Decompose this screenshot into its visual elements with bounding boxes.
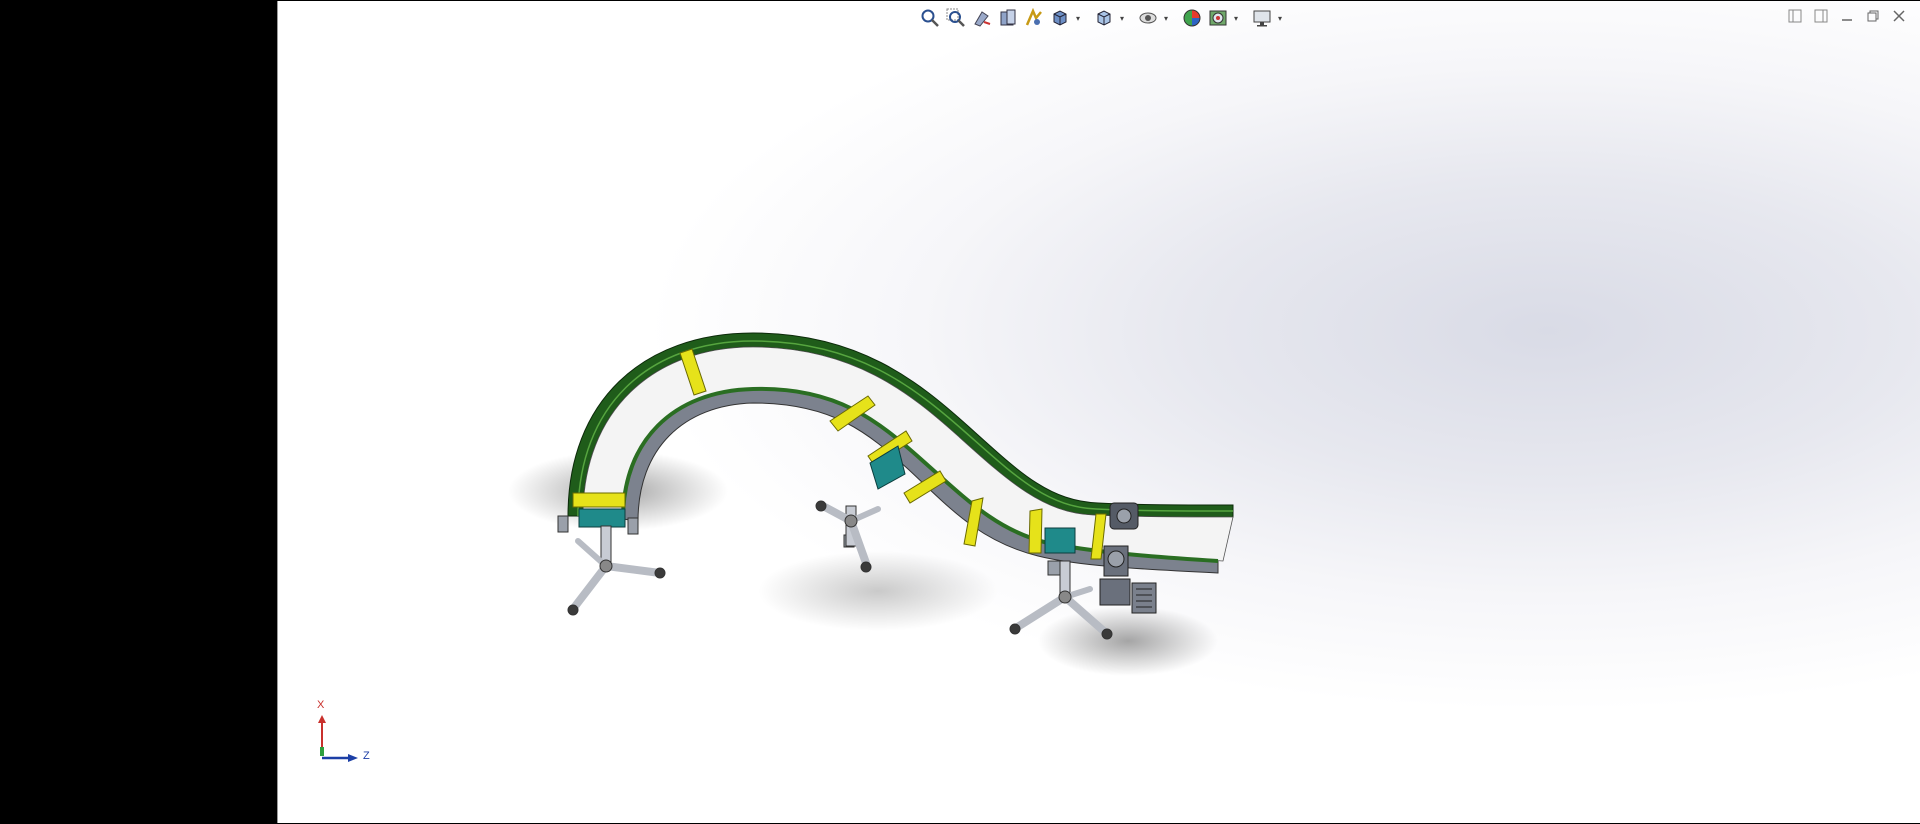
support-stand — [567, 525, 666, 616]
triad-x-label: X — [317, 699, 325, 711]
model-shadow — [758, 551, 998, 631]
cross-rail — [1028, 508, 1043, 554]
left-panel — [0, 0, 277, 824]
drive-housing — [578, 508, 626, 528]
drive-housing — [1044, 527, 1076, 554]
model-shadow — [1038, 606, 1218, 676]
graphics-area[interactable]: ▾ ▾ ▾ ▾ ▾ X Z — [277, 1, 1920, 823]
cross-rail — [572, 492, 626, 508]
reference-triad: X Z — [316, 699, 386, 771]
conveyor-model[interactable] — [278, 1, 1920, 823]
solidworks-window: ▾ ▾ ▾ ▾ ▾ X Z — [0, 0, 1920, 824]
triad-z-label: Z — [363, 750, 370, 762]
